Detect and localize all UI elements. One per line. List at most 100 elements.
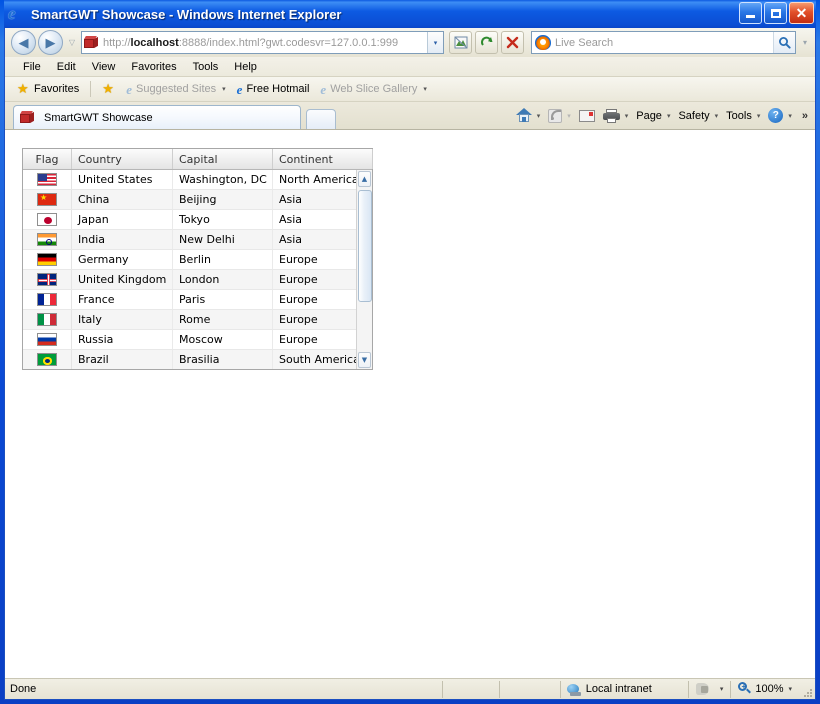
grid-header-continent[interactable]: Continent [273,149,373,169]
zoom-level-control[interactable]: + 100% ▾ [731,679,799,699]
scroll-up-button[interactable]: ▲ [358,171,371,187]
new-tab-button[interactable] [306,109,336,129]
table-row[interactable]: India New Delhi Asia [23,230,356,250]
grid-cell-country: India [72,230,173,249]
menu-item-file[interactable]: File [15,60,49,74]
stop-button[interactable] [501,31,524,54]
protected-mode-indicator[interactable]: ▾ [689,679,731,699]
favorites-item-label: Web Slice Gallery [330,83,418,95]
address-bar[interactable]: http://localhost:8888/index.html?gwt.cod… [81,31,444,54]
grid-cell-continent: Europe [273,310,356,329]
menu-item-edit[interactable]: Edit [49,60,84,74]
home-button[interactable]: ▾ [513,106,544,125]
close-button[interactable]: ✕ [789,2,814,24]
recent-pages-button[interactable]: ▽ [65,38,79,47]
star-icon: ★ [17,80,29,96]
table-row[interactable]: United Kingdom London Europe [23,270,356,290]
grid-header-country[interactable]: Country [72,149,173,169]
home-icon [515,108,532,123]
grid-cell-capital: Tokyo [173,210,273,229]
flag-russia-icon [37,333,57,346]
menu-bar: File Edit View Favorites Tools Help [5,57,815,77]
security-zone-indicator[interactable]: Local intranet [561,679,652,699]
menu-item-tools[interactable]: Tools [185,60,227,74]
grid-cell-flag [23,350,72,369]
window-controls: ✕ [739,2,814,24]
menu-item-help[interactable]: Help [226,60,265,74]
window-title: SmartGWT Showcase - Windows Internet Exp… [31,6,342,22]
maximize-button[interactable] [764,2,787,24]
resize-grip[interactable] [799,682,813,697]
flag-italy-icon [37,313,57,326]
chevron-down-icon: ▼ [361,356,368,364]
ie-icon: e [236,81,243,97]
search-input[interactable]: Live Search [555,37,613,49]
grid-cell-country: United Kingdom [72,270,173,289]
country-list-grid[interactable]: Flag Country Capital Continent United St… [22,148,373,370]
flag-france-icon [37,293,57,306]
table-row[interactable]: ChinaBeijingAsia [23,190,356,210]
refresh-button[interactable] [475,31,498,54]
search-go-button[interactable] [773,32,795,53]
table-row[interactable]: Russia Moscow Europe [23,330,356,350]
minimize-button[interactable] [739,2,762,24]
scrollbar-track[interactable] [358,188,372,351]
tools-menu-button[interactable]: Tools ▾ [723,108,763,124]
grid-vertical-scrollbar[interactable]: ▲ ▼ [356,170,372,369]
close-icon: ✕ [795,5,808,21]
grid-cell-flag [23,270,72,289]
table-row[interactable]: France Paris Europe [23,290,356,310]
favorites-item-label: Suggested Sites [136,83,217,95]
table-row[interactable]: United States Washington, DC North America [23,170,356,190]
chevron-down-icon: ▾ [222,86,226,93]
favorites-item-label: Free Hotmail [246,83,310,95]
address-bar-text: http://localhost:8888/index.html?gwt.cod… [103,36,399,49]
title-bar: e SmartGWT Showcase - Windows Internet E… [4,0,816,28]
print-button[interactable]: ▾ [600,107,632,125]
help-menu-button[interactable]: ? ▾ [765,106,795,125]
tab-label: SmartGWT Showcase [44,111,153,124]
mail-icon [578,109,595,122]
menu-item-view[interactable]: View [84,60,124,74]
grid-cell-continent: South America [273,350,356,369]
chevron-down-icon: ▽ [68,38,76,47]
favorites-item-web-slice-gallery[interactable]: e Web Slice Gallery ▾ [316,82,431,97]
scroll-down-button[interactable]: ▼ [358,352,371,368]
grid-cell-capital: New Delhi [173,230,273,249]
ie-logo-icon: e [8,4,16,23]
favorites-button[interactable]: ★ Favorites [13,82,83,97]
grid-cell-country: Russia [72,330,173,349]
table-row[interactable]: Brazil Brasilia South America [23,350,356,369]
gwt-cube-icon [84,36,99,49]
tab-smartgwt-showcase[interactable]: SmartGWT Showcase [13,105,301,129]
page-menu-button[interactable]: Page ▾ [633,108,673,124]
scrollbar-thumb[interactable] [358,190,372,302]
table-row[interactable]: Italy Rome Europe [23,310,356,330]
search-dropdown-button[interactable]: ▾ [798,38,812,47]
grid-cell-continent: Europe [273,290,356,309]
back-button[interactable]: ◀ [11,30,36,55]
stop-icon [506,36,519,49]
grid-header-flag[interactable]: Flag [23,149,72,169]
menu-item-favorites[interactable]: Favorites [123,60,184,74]
flag-india-icon [37,233,57,246]
help-icon: ? [768,108,784,123]
chevron-down-icon: ▾ [788,686,792,693]
compatibility-view-icon [454,36,467,49]
address-dropdown-button[interactable]: ▾ [427,32,443,53]
table-row[interactable]: Germany Berlin Europe [23,250,356,270]
command-bar-overflow-button[interactable]: » [797,108,811,124]
add-to-favorites-bar-button[interactable]: ★ [98,82,119,97]
feeds-button[interactable]: ▾ [545,107,574,125]
forward-button[interactable]: ▶ [38,30,63,55]
grid-header-capital[interactable]: Capital [173,149,273,169]
search-box[interactable]: Live Search [531,31,796,54]
favorites-item-free-hotmail[interactable]: e Free Hotmail [233,82,314,97]
table-row[interactable]: Japan Tokyo Asia [23,210,356,230]
browser-client-area: ◀ ▶ ▽ http://localhost:8888/index.html?g… [4,28,816,700]
compatibility-view-button[interactable] [449,31,472,54]
safety-menu-button[interactable]: Safety ▾ [675,108,721,124]
read-mail-button[interactable] [576,108,598,124]
favorites-item-suggested-sites[interactable]: e Suggested Sites ▾ [122,82,229,97]
grid-cell-flag [23,230,72,249]
